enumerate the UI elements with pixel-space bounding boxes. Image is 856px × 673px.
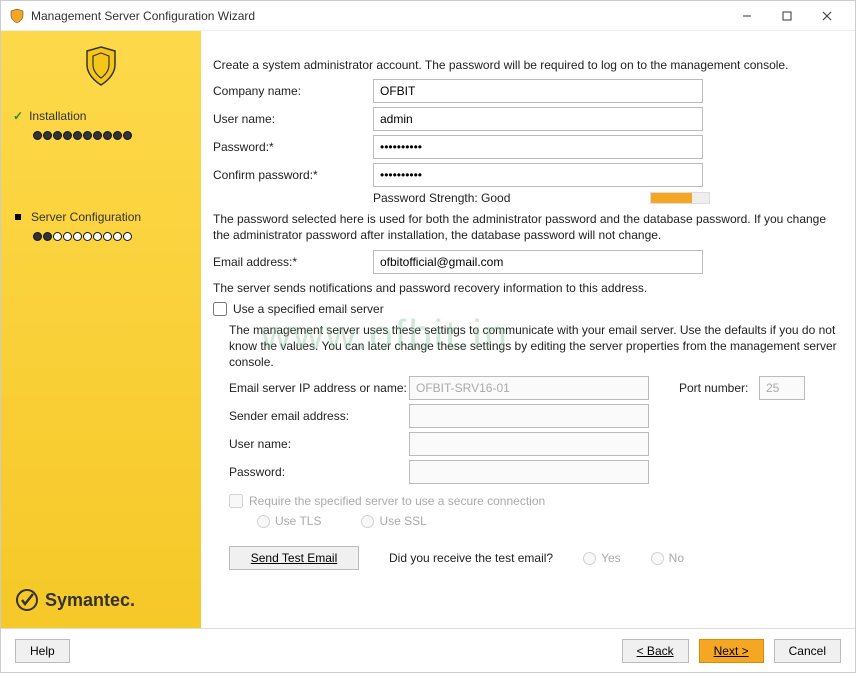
sidebar-item-label: Installation [29, 109, 86, 123]
username-label: User name: [213, 112, 373, 126]
sender-email-input [409, 404, 649, 428]
port-label: Port number: [679, 381, 759, 395]
did-receive-label: Did you receive the test email? [389, 551, 553, 565]
confirm-password-input[interactable] [373, 163, 703, 187]
smtp-pass-input [409, 460, 649, 484]
cancel-button[interactable]: Cancel [774, 639, 841, 663]
maximize-button[interactable] [767, 2, 807, 30]
progress-dots-server [1, 230, 201, 251]
window-title: Management Server Configuration Wizard [31, 9, 727, 23]
progress-dots-installation [1, 129, 201, 150]
ssl-radio: Use SSL [361, 514, 426, 528]
smtp-pass-label: Password: [229, 465, 409, 479]
password-input[interactable] [373, 135, 703, 159]
password-label: Password:* [213, 140, 373, 154]
app-icon [9, 8, 25, 24]
company-label: Company name: [213, 84, 373, 98]
server-ip-input [409, 376, 649, 400]
shield-logo [1, 45, 201, 87]
email-label: Email address:* [213, 255, 373, 269]
secure-conn-cb-input [229, 494, 243, 508]
smtp-user-input [409, 432, 649, 456]
email-note: The server sends notifications and passw… [213, 280, 837, 296]
specified-server-checkbox[interactable]: Use a specified email server [213, 302, 837, 316]
specified-server-cb-label: Use a specified email server [233, 302, 384, 316]
yes-radio: Yes [583, 551, 621, 565]
company-input[interactable] [373, 79, 703, 103]
sidebar: ✓ Installation Server Configuration Syma… [1, 31, 201, 628]
tls-radio: Use TLS [257, 514, 321, 528]
brand-logo: Symantec. [15, 588, 135, 612]
sidebar-item-server-config: Server Configuration [1, 206, 201, 228]
no-radio: No [651, 551, 684, 565]
specified-server-cb-input[interactable] [213, 302, 227, 316]
confirm-password-label: Confirm password:* [213, 168, 373, 182]
username-input[interactable] [373, 107, 703, 131]
next-button[interactable]: Next > [699, 639, 764, 663]
close-button[interactable] [807, 2, 847, 30]
minimize-button[interactable] [727, 2, 767, 30]
send-test-email-button[interactable]: Send Test Email [229, 546, 359, 570]
password-note: The password selected here is used for b… [213, 211, 837, 243]
specified-note: The management server uses these setting… [229, 322, 837, 371]
check-icon: ✓ [13, 109, 23, 123]
smtp-user-label: User name: [229, 437, 409, 451]
main-content: Create a system administrator account. T… [201, 31, 855, 628]
brand-text: Symantec. [45, 590, 135, 611]
footer: Help < Back Next > Cancel [1, 628, 855, 672]
sidebar-item-label: Server Configuration [31, 210, 141, 224]
password-strength-bar [650, 192, 710, 204]
sender-email-label: Sender email address: [229, 409, 409, 423]
password-strength-label: Password Strength: Good [373, 191, 510, 205]
sidebar-item-installation: ✓ Installation [1, 105, 201, 127]
email-input[interactable] [373, 250, 703, 274]
help-button[interactable]: Help [15, 639, 70, 663]
bullet-icon [15, 214, 21, 220]
back-button[interactable]: < Back [622, 639, 689, 663]
secure-conn-checkbox: Require the specified server to use a se… [229, 494, 837, 508]
titlebar: Management Server Configuration Wizard [1, 1, 855, 31]
secure-conn-cb-label: Require the specified server to use a se… [249, 494, 545, 508]
intro-text: Create a system administrator account. T… [213, 57, 837, 73]
server-ip-label: Email server IP address or name: [229, 381, 409, 395]
port-input [759, 376, 805, 400]
